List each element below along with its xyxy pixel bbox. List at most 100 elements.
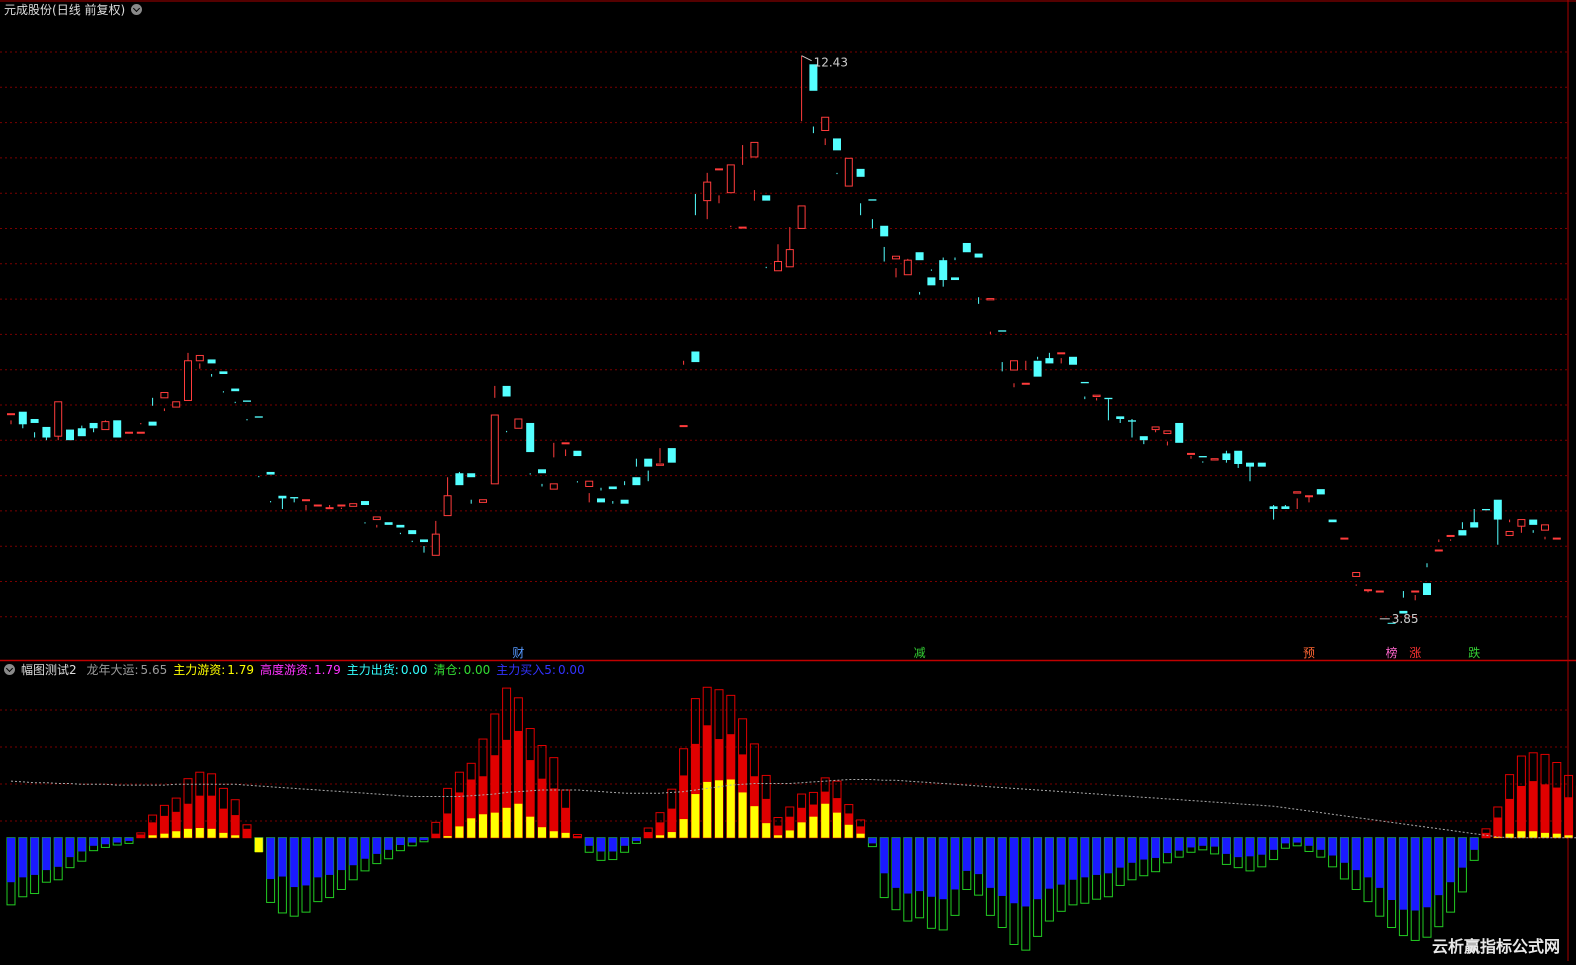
yellow-bar — [797, 822, 806, 838]
inner-bar — [1293, 837, 1302, 843]
inner-bar — [325, 837, 334, 875]
candle — [160, 392, 169, 412]
price-annotation: 3.85 — [1379, 612, 1419, 626]
yellow-bar — [172, 831, 181, 838]
candle — [467, 473, 476, 504]
yellow-bar — [667, 832, 676, 838]
indicator-bar — [1210, 837, 1220, 855]
indicator-bar — [655, 812, 665, 839]
indicator-bar — [1410, 837, 1420, 941]
candle-body — [101, 421, 110, 431]
candle — [1246, 462, 1254, 482]
candle-body — [1151, 426, 1160, 431]
indicator-bar — [431, 821, 441, 839]
indicator-bar — [384, 837, 394, 860]
indicator-bar — [1516, 755, 1526, 839]
indicator-bar — [395, 837, 405, 852]
inner-bar — [1423, 837, 1431, 908]
candle — [1234, 450, 1243, 468]
indicator-bar — [1280, 837, 1290, 849]
candle-body — [1198, 456, 1207, 458]
candle-body — [526, 422, 535, 453]
candle-body — [66, 429, 74, 441]
indicator-bar — [1422, 837, 1432, 938]
candle — [372, 516, 381, 528]
inner-bar — [1234, 837, 1243, 858]
indicator-bar — [1316, 837, 1326, 858]
indicator-bar — [18, 837, 28, 898]
candle — [691, 194, 700, 363]
inner-bar — [431, 833, 440, 838]
inner-bar — [66, 837, 74, 858]
candle — [1352, 572, 1361, 586]
header-dropdown-icon[interactable] — [131, 4, 143, 15]
candle-body — [833, 138, 841, 151]
candle-body — [290, 497, 299, 499]
yellow-bar — [715, 780, 723, 838]
candle-body — [821, 116, 830, 131]
indicator-bar — [41, 837, 51, 883]
candle-body — [136, 431, 145, 434]
candle-body — [313, 504, 322, 507]
candle — [1316, 489, 1325, 495]
inner-bar — [1281, 837, 1290, 844]
inner-bar — [1529, 781, 1538, 838]
candle — [632, 458, 641, 486]
candle — [172, 401, 181, 408]
candle — [30, 418, 39, 438]
yellow-bar — [549, 831, 558, 838]
indicator-bar — [313, 837, 323, 903]
indicator-bar — [867, 837, 877, 848]
chart-stage[interactable]: 12.43 3.85 财 减 预 榜涨 跌 元成股份(日线 前复权) 幅图测试2 龙年大运:… — [0, 0, 1576, 961]
indicator-bar — [844, 804, 854, 839]
yellow-bar — [1552, 833, 1561, 838]
indicator-bar — [1033, 837, 1043, 937]
inner-bar — [1033, 837, 1042, 900]
indicator-dropdown-icon[interactable] — [4, 664, 15, 675]
indicator-item-label: 主力游资: — [173, 663, 226, 677]
indicator-bar — [856, 819, 866, 839]
indicator-bar — [65, 837, 75, 869]
indicator-item: 主力买入5: 0.00 — [496, 663, 584, 677]
inner-bar — [549, 788, 558, 838]
candle-body — [125, 431, 133, 434]
candle-body — [561, 442, 570, 445]
indicator-bar — [478, 738, 488, 839]
yellow-bar — [750, 806, 759, 838]
candle — [1175, 422, 1184, 443]
signal-marker: 财 — [512, 646, 524, 660]
candle-body — [219, 371, 228, 374]
inner-bar — [1069, 837, 1077, 880]
indicator-item-value: 0.00 — [400, 663, 428, 677]
candle — [1446, 534, 1455, 541]
inner-bar — [1493, 817, 1502, 838]
indicator-bar — [360, 837, 370, 872]
candle-body — [939, 260, 948, 281]
candle-body — [738, 226, 747, 229]
candle — [325, 505, 334, 510]
signal-marker: 跌 — [1468, 645, 1480, 660]
inner-bar — [892, 837, 900, 888]
candle-body — [844, 157, 853, 187]
candle-body — [467, 473, 476, 478]
candle — [844, 157, 853, 187]
chart-svg[interactable]: 12.43 3.85 财 减 预 榜涨 跌 — [0, 0, 1576, 961]
inner-bar — [1352, 837, 1361, 871]
inner-bar — [986, 837, 995, 888]
indicator-item-value: 1.79 — [227, 663, 254, 677]
candle — [1045, 352, 1054, 364]
candle — [526, 422, 535, 475]
annotation-arrow — [801, 55, 812, 62]
indicator-bar — [1186, 837, 1196, 853]
candle-body — [1175, 422, 1184, 443]
yellow-bar — [762, 823, 771, 838]
inner-bar — [1552, 787, 1561, 838]
inner-bar — [1305, 837, 1313, 846]
candle-body — [1458, 530, 1467, 536]
candle-body — [1187, 452, 1195, 455]
inner-bar — [349, 837, 358, 866]
indicator-bar — [100, 837, 110, 848]
candle-body — [1080, 381, 1089, 384]
candle — [113, 420, 122, 438]
yellow-bar — [254, 837, 263, 853]
